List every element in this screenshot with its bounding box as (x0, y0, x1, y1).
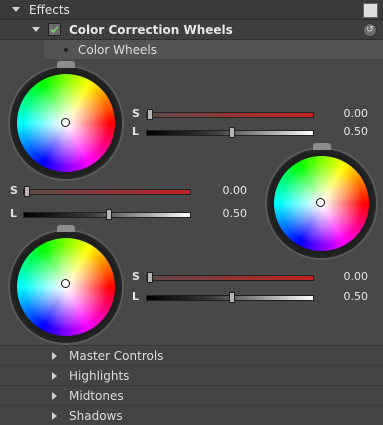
expand-triangle-icon[interactable] (52, 371, 57, 380)
effects-title: Effects (29, 2, 70, 17)
slider-thumb[interactable] (147, 109, 153, 120)
section-shadows[interactable]: Shadows (0, 405, 383, 425)
section-highlights[interactable]: Highlights (0, 365, 383, 385)
reset-icon[interactable]: ↺ (363, 23, 377, 37)
wheel-cursor[interactable] (61, 118, 70, 127)
wheel-handle[interactable] (57, 225, 75, 232)
lightness-slider[interactable] (146, 127, 314, 138)
section-label: Midtones (69, 388, 124, 403)
saturation-value[interactable]: 0.00 (207, 184, 248, 197)
lightness-slider[interactable] (146, 292, 314, 303)
bullet-icon (64, 47, 68, 52)
color-wheel-3[interactable] (10, 225, 122, 343)
slider-thumb[interactable] (229, 127, 235, 138)
add-effect-icon[interactable] (363, 3, 378, 18)
section-midtones[interactable]: Midtones (0, 385, 383, 405)
effects-header[interactable]: Effects (0, 0, 383, 20)
color-wheels-subgroup: Color Wheels (44, 40, 383, 59)
wheel-cursor[interactable] (316, 198, 325, 207)
collapse-triangle-icon[interactable] (32, 27, 40, 32)
subgroup-title: Color Wheels (78, 42, 157, 57)
saturation-value[interactable]: 0.00 (328, 107, 369, 120)
section-label: Master Controls (69, 348, 164, 363)
slider-thumb[interactable] (147, 272, 153, 283)
lightness-value[interactable]: 0.50 (207, 207, 248, 220)
lightness-value[interactable]: 0.50 (328, 290, 369, 303)
saturation-slider[interactable] (23, 186, 191, 197)
saturation-slider[interactable] (146, 272, 314, 283)
section-label: Highlights (69, 368, 130, 383)
saturation-slider[interactable] (146, 109, 314, 120)
lightness-value[interactable]: 0.50 (328, 125, 369, 138)
effect-header-color-correction-wheels[interactable]: Color Correction Wheels ↺ (0, 20, 383, 40)
saturation-value[interactable]: 0.00 (328, 270, 369, 283)
slider-thumb[interactable] (106, 209, 112, 220)
wheel-cursor[interactable] (61, 279, 70, 288)
slider-thumb[interactable] (24, 186, 30, 197)
saturation-label: S (132, 270, 140, 283)
lightness-label: L (132, 125, 140, 138)
expand-triangle-icon[interactable] (52, 391, 57, 400)
expand-triangle-icon[interactable] (52, 351, 57, 360)
expand-triangle-icon[interactable] (52, 411, 57, 420)
section-label: Shadows (69, 408, 123, 423)
lightness-label: L (10, 207, 18, 220)
slider-thumb[interactable] (229, 292, 235, 303)
wheel-handle[interactable] (313, 143, 331, 150)
effects-panel: Effects Color Correction Wheels ↺ Color … (0, 0, 383, 425)
section-master-controls[interactable]: Master Controls (0, 345, 383, 365)
saturation-label: S (10, 184, 18, 197)
lightness-slider[interactable] (23, 209, 191, 220)
collapse-triangle-icon[interactable] (12, 7, 20, 12)
wheel-handle[interactable] (57, 61, 75, 68)
color-wheel-2[interactable] (267, 143, 376, 258)
color-wheel-1[interactable] (10, 61, 122, 179)
enable-checkbox[interactable] (48, 23, 61, 36)
lightness-label: L (132, 290, 140, 303)
saturation-label: S (132, 107, 140, 120)
effect-title: Color Correction Wheels (69, 22, 233, 37)
